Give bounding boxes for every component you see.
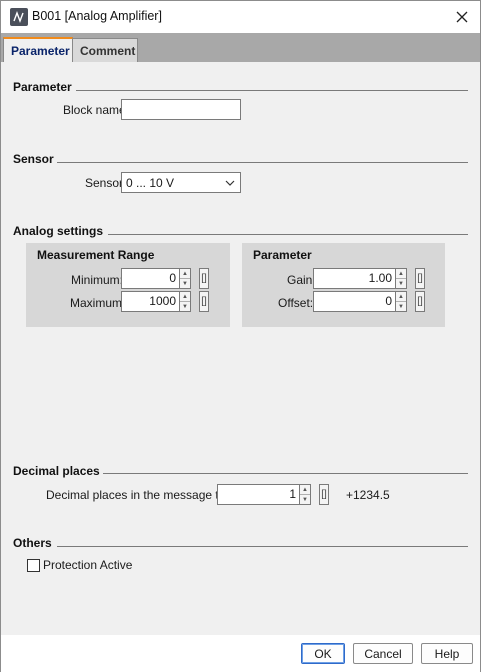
decimal-places-title: Decimal places [13, 464, 100, 478]
analog-settings-divider [108, 234, 468, 235]
block-name-input[interactable] [121, 99, 241, 120]
help-button[interactable]: Help [421, 643, 473, 664]
sensor-select[interactable]: 0 ... 10 V [121, 172, 241, 193]
minimum-spinner[interactable]: 0 ▲ ▼ [121, 268, 191, 289]
others-title: Others [13, 536, 52, 550]
tab-comment[interactable]: Comment [73, 38, 138, 62]
maximum-parameter-reference-button[interactable]: [] [199, 291, 209, 312]
spin-down-icon[interactable]: ▼ [180, 302, 190, 311]
maximum-value[interactable]: 1000 [121, 291, 179, 312]
sensor-section-title: Sensor [13, 152, 54, 166]
offset-spinner[interactable]: 0 ▲ ▼ [313, 291, 407, 312]
chevron-down-icon [225, 180, 235, 186]
gain-offset-group-title: Parameter [253, 248, 312, 262]
spin-down-icon[interactable]: ▼ [396, 279, 406, 288]
minimum-label: Minimum: [71, 273, 124, 287]
analog-settings-title: Analog settings [13, 224, 104, 238]
gain-label: Gain: [287, 273, 316, 287]
ok-button[interactable]: OK [301, 643, 345, 664]
sensor-select-value: 0 ... 10 V [126, 175, 175, 190]
parameter-section-divider [76, 90, 468, 91]
minimum-parameter-reference-button[interactable]: [] [199, 268, 209, 289]
window-title: B001 [Analog Amplifier] [32, 9, 162, 23]
maximum-spinner[interactable]: 1000 ▲ ▼ [121, 291, 191, 312]
spin-up-icon[interactable]: ▲ [396, 269, 406, 279]
decimal-places-value[interactable]: 1 [217, 484, 299, 505]
block-name-label: Block name: [63, 103, 130, 117]
dialog-window: B001 [Analog Amplifier] Parameter Commen… [0, 0, 481, 672]
tab-parameter[interactable]: Parameter [3, 37, 73, 62]
title-bar: B001 [Analog Amplifier] [1, 1, 480, 33]
cancel-button[interactable]: Cancel [353, 643, 413, 664]
tab-strip: Parameter Comment [1, 33, 480, 62]
spin-up-icon[interactable]: ▲ [300, 485, 310, 495]
decimal-places-divider [103, 473, 468, 474]
decimal-places-label: Decimal places in the message text: [46, 488, 239, 502]
gain-value[interactable]: 1.00 [313, 268, 395, 289]
analog-amplifier-block-icon [10, 8, 28, 26]
minimum-value[interactable]: 0 [121, 268, 179, 289]
offset-value[interactable]: 0 [313, 291, 395, 312]
spin-up-icon[interactable]: ▲ [396, 292, 406, 302]
gain-spinner[interactable]: 1.00 ▲ ▼ [313, 268, 407, 289]
spin-up-icon[interactable]: ▲ [180, 269, 190, 279]
close-icon[interactable] [450, 5, 474, 29]
spin-down-icon[interactable]: ▼ [300, 495, 310, 504]
spin-down-icon[interactable]: ▼ [396, 302, 406, 311]
measurement-range-title: Measurement Range [37, 248, 155, 262]
spin-up-icon[interactable]: ▲ [180, 292, 190, 302]
protection-active-checkbox[interactable] [27, 559, 40, 572]
protection-active-label[interactable]: Protection Active [43, 558, 132, 572]
sensor-section-divider [57, 162, 468, 163]
decimal-preview: +1234.5 [346, 488, 390, 502]
maximum-label: Maximum: [70, 296, 126, 310]
decimal-places-parameter-reference-button[interactable]: [] [319, 484, 329, 505]
parameter-section-title: Parameter [13, 80, 72, 94]
decimal-places-spinner[interactable]: 1 ▲ ▼ [217, 484, 311, 505]
offset-parameter-reference-button[interactable]: [] [415, 291, 425, 312]
offset-label: Offset: [278, 296, 314, 310]
gain-parameter-reference-button[interactable]: [] [415, 268, 425, 289]
others-divider [57, 546, 468, 547]
spin-down-icon[interactable]: ▼ [180, 279, 190, 288]
